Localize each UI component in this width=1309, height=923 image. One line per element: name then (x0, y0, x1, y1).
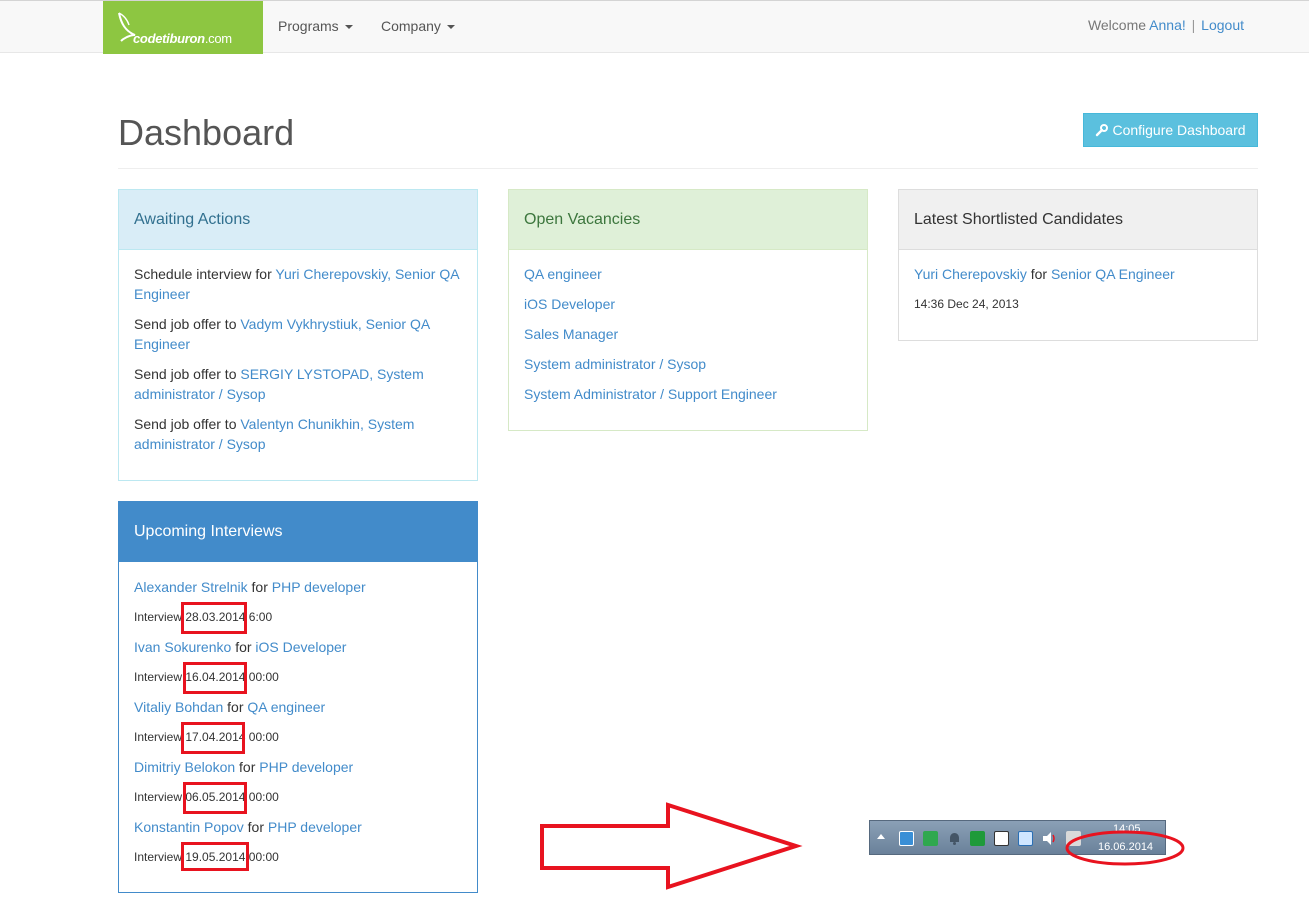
dropbox-icon[interactable] (1018, 831, 1033, 846)
upcoming-interviews-heading: Upcoming Interviews (119, 502, 477, 562)
interview-label: Interview (134, 670, 183, 684)
interview-position-link[interactable]: QA engineer (247, 699, 325, 715)
interview-candidate-link[interactable]: Ivan Sokurenko (134, 639, 231, 655)
interview-date: 06.05.2014 (185, 790, 246, 804)
interview-label: Interview (134, 610, 183, 624)
list-item: Send job offer to Vadym Vykhrystiuk, Sen… (134, 314, 462, 354)
bell-icon[interactable] (947, 831, 962, 846)
position-link[interactable]: Senior QA Engineer (1051, 266, 1175, 282)
vacancy-link[interactable]: iOS Developer (524, 296, 615, 312)
vacancy-link[interactable]: Sales Manager (524, 326, 618, 342)
interview-date: 17.04.2014 (185, 730, 246, 744)
interview-date: 28.03.2014 (185, 610, 246, 624)
interview-candidate-link[interactable]: Konstantin Popov (134, 819, 244, 835)
list-item: Yuri Cherepovskiy for Senior QA Engineer (914, 264, 1242, 284)
interview-datetime: Interview 16.04.2014 00:00 (134, 657, 462, 697)
for-text: for (239, 759, 256, 775)
interview-date: 19.05.2014 (185, 850, 246, 864)
configure-dashboard-button[interactable]: Configure Dashboard (1083, 113, 1258, 147)
interview-label: Interview (134, 790, 183, 804)
app-tray-icon[interactable] (899, 831, 914, 846)
upcoming-interviews-panel: Upcoming Interviews Alexander Strelnik f… (118, 501, 478, 893)
user-name-link[interactable]: Anna! (1149, 17, 1186, 33)
vacancy-link[interactable]: System administrator / Sysop (524, 356, 706, 372)
list-item: Ivan Sokurenko for iOS Developer Intervi… (134, 637, 462, 697)
action-text: Send job offer to (134, 366, 237, 382)
annotation-arrow-icon (540, 802, 803, 890)
interview-datetime: Interview 17.04.2014 00:00 (134, 717, 462, 757)
interview-position-link[interactable]: iOS Developer (255, 639, 346, 655)
action-text: Send job offer to (134, 416, 237, 432)
network-icon[interactable] (994, 831, 1009, 846)
page-title: Dashboard (118, 112, 295, 153)
interview-position-link[interactable]: PHP developer (268, 819, 362, 835)
open-vacancies-panel: Open Vacancies QA engineer iOS Developer… (508, 189, 868, 431)
brand-logo[interactable]: codetiburon.com (103, 1, 263, 54)
brand-wordmark: codetiburon.com (133, 31, 232, 46)
interview-label: Interview (134, 850, 183, 864)
awaiting-actions-list: Schedule interview for Yuri Cherepovskiy… (119, 250, 477, 474)
vacancy-link[interactable]: QA engineer (524, 266, 602, 282)
list-item: Dimitriy Belokon for PHP developer Inter… (134, 757, 462, 817)
nav-programs-label: Programs (278, 18, 339, 34)
upcoming-interviews-list: Alexander Strelnik for PHP developer Int… (119, 562, 477, 887)
shortlisted-candidates-list: Yuri Cherepovskiy for Senior QA Engineer… (899, 250, 1257, 324)
caret-down-icon (446, 25, 455, 30)
open-vacancies-list: QA engineer iOS Developer Sales Manager … (509, 250, 867, 424)
title-divider (118, 168, 1258, 169)
interview-candidate-link[interactable]: Dimitriy Belokon (134, 759, 235, 775)
wrench-icon (1096, 123, 1109, 136)
interview-datetime: Interview 19.05.2014 00:00 (134, 837, 462, 877)
interview-position-link[interactable]: PHP developer (272, 579, 366, 595)
shortlisted-timestamp: 14:36 Dec 24, 2013 (914, 297, 1019, 311)
candidate-link[interactable]: Yuri Cherepovskiy (914, 266, 1027, 282)
interview-label: Interview (134, 730, 183, 744)
list-item: Send job offer to Valentyn Chunikhin, Sy… (134, 414, 462, 454)
for-text: for (227, 699, 244, 715)
list-item: Schedule interview for Yuri Cherepovskiy… (134, 264, 462, 304)
interview-candidate-link[interactable]: Alexander Strelnik (134, 579, 248, 595)
show-hidden-icons-icon[interactable] (877, 834, 885, 839)
awaiting-actions-panel: Awaiting Actions Schedule interview for … (118, 189, 478, 481)
for-text: for (251, 579, 268, 595)
action-text: Send job offer to (134, 316, 237, 332)
interview-time: 00:00 (248, 730, 279, 744)
list-item: Alexander Strelnik for PHP developer Int… (134, 577, 462, 637)
shortlisted-candidates-panel: Latest Shortlisted Candidates Yuri Chere… (898, 189, 1258, 341)
interview-time: 6:00 (248, 610, 273, 624)
list-item: Vitaliy Bohdan for QA engineer Interview… (134, 697, 462, 757)
interview-time: 00:00 (248, 850, 279, 864)
configure-dashboard-label: Configure Dashboard (1112, 122, 1246, 138)
checkmark-shield-icon[interactable] (923, 831, 938, 846)
interview-date: 16.04.2014 (185, 670, 246, 684)
action-text: Schedule interview for (134, 266, 272, 282)
open-vacancies-heading: Open Vacancies (509, 190, 867, 250)
awaiting-actions-heading: Awaiting Actions (119, 190, 477, 250)
interview-time: 00:00 (248, 790, 279, 804)
interview-time: 00:00 (248, 670, 279, 684)
for-text: for (235, 639, 252, 655)
for-text: for (1030, 266, 1048, 282)
interview-datetime: Interview 28.03.2014 6:00 (134, 597, 462, 637)
shortlisted-candidates-heading: Latest Shortlisted Candidates (899, 190, 1257, 250)
user-greeting: Welcome Anna! | Logout (1088, 17, 1244, 33)
interview-candidate-link[interactable]: Vitaliy Bohdan (134, 699, 223, 715)
speaker-icon[interactable] (1042, 831, 1057, 846)
nav-programs-dropdown[interactable]: Programs (278, 18, 353, 34)
logout-link[interactable]: Logout (1201, 17, 1244, 33)
caret-down-icon (344, 25, 353, 30)
welcome-text: Welcome (1087, 17, 1147, 33)
nav-company-dropdown[interactable]: Company (381, 18, 455, 34)
top-navbar: codetiburon.com Programs Company Welcome… (0, 0, 1309, 54)
nav-company-label: Company (381, 18, 441, 34)
interview-datetime: Interview 06.05.2014 00:00 (134, 777, 462, 817)
nav-separator: | (1191, 17, 1196, 33)
for-text: for (247, 819, 264, 835)
vacancy-link[interactable]: System Administrator / Support Engineer (524, 386, 777, 402)
sync-check-icon[interactable] (970, 831, 985, 846)
interview-position-link[interactable]: PHP developer (259, 759, 353, 775)
list-item: Send job offer to SERGIY LYSTOPAD, Syste… (134, 364, 462, 404)
date-highlight-ellipse (1065, 830, 1185, 866)
list-item: Konstantin Popov for PHP developer Inter… (134, 817, 462, 877)
